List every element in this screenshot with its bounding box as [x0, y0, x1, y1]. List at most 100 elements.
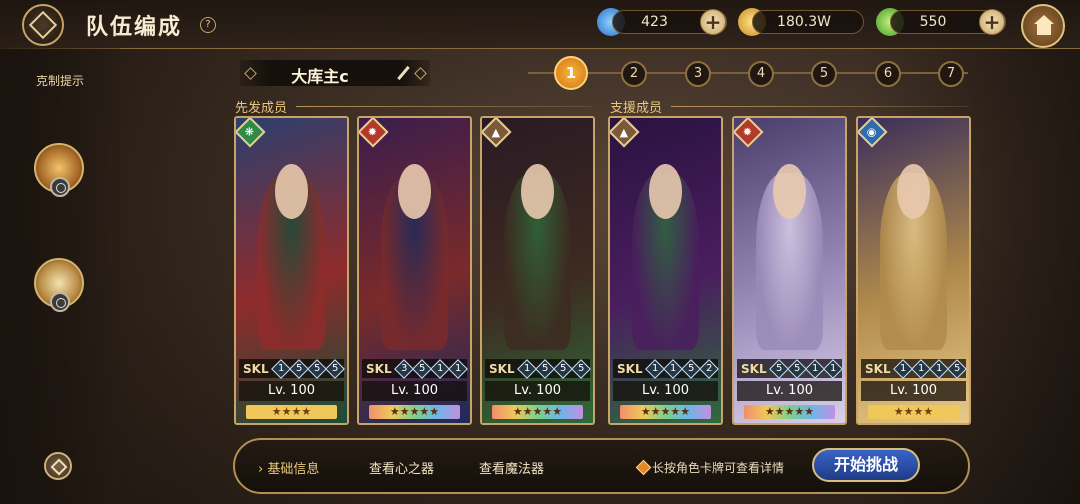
character-card-4[interactable]: ▲ SKL 1 1 5 2 Lv. 100 ★★★★★: [608, 116, 723, 425]
skill-level-number: 1: [899, 362, 906, 374]
skill-level-number: 5: [953, 362, 960, 374]
character-card-6[interactable]: ◉ SKL 1 1 1 5 Lv. 100 ★★★★: [856, 116, 971, 425]
support-members-label: 支援成员: [610, 101, 663, 116]
skill-level-number: 5: [418, 362, 425, 374]
skill-level-value: 5: [680, 358, 701, 379]
skill-level-number: 5: [687, 362, 694, 374]
team-name-box[interactable]: 大库主c: [240, 60, 430, 86]
counter-hint-label: 克制提示: [36, 74, 85, 88]
team-page-6[interactable]: 6: [875, 61, 901, 87]
skill-level-value: 1: [270, 358, 291, 379]
skill-label: SKL: [366, 361, 392, 376]
team-page-4[interactable]: 4: [748, 61, 774, 87]
team-page-2[interactable]: 2: [621, 61, 647, 87]
team-page-7[interactable]: 7: [938, 61, 964, 87]
counter-element-badge-2[interactable]: [34, 258, 84, 312]
skill-level-number: 2: [705, 362, 712, 374]
character-head: [397, 163, 432, 219]
skill-level-number: 5: [313, 362, 320, 374]
rarity-stars: ★★★★★: [492, 405, 583, 419]
skill-level-number: 1: [935, 362, 942, 374]
add-water-button[interactable]: +: [700, 9, 726, 35]
character-card-3[interactable]: ▲ SKL 1 5 5 5 Lv. 100 ★★★★★: [480, 116, 595, 425]
tab-magic-device[interactable]: 查看魔法器: [479, 458, 544, 477]
skill-label: SKL: [865, 361, 891, 376]
character-level: Lv. 100: [362, 381, 467, 401]
skill-level-value: 5: [786, 358, 807, 379]
skill-level-value: 1: [644, 358, 665, 379]
skill-level-value: 5: [552, 358, 573, 379]
character-level: Lv. 100: [861, 381, 966, 401]
resource-water-value: 423: [641, 14, 668, 30]
character-level: Lv. 100: [737, 381, 842, 401]
help-icon[interactable]: ?: [200, 17, 216, 33]
settings-button[interactable]: [44, 452, 72, 480]
resource-gold-value: 180.3W: [777, 14, 831, 30]
skill-level-number: 5: [559, 362, 566, 374]
skill-level-value: 1: [804, 358, 825, 379]
skill-level-number: 1: [811, 362, 818, 374]
character-head: [648, 163, 683, 219]
character-level: Lv. 100: [485, 381, 590, 401]
skill-level-number: 1: [436, 362, 443, 374]
team-page-3[interactable]: 3: [685, 61, 711, 87]
skill-level-number: 5: [775, 362, 782, 374]
skill-level-value: 5: [946, 358, 967, 379]
skill-label: SKL: [617, 361, 643, 376]
main-members-label: 先发成员: [235, 101, 288, 116]
skill-level-value: 5: [306, 358, 327, 379]
add-crystal-button[interactable]: +: [979, 9, 1005, 35]
character-card-5[interactable]: ✹ SKL 5 5 1 1 Lv. 100 ★★★★★: [732, 116, 847, 425]
rarity-stars: ★★★★: [868, 405, 959, 419]
skill-label: SKL: [489, 361, 515, 376]
top-bar: 队伍编成 ? 423 + 180.3W 550 +: [0, 0, 1080, 49]
character-level: Lv. 100: [613, 381, 718, 401]
skill-level-number: 5: [295, 362, 302, 374]
tab-heart-device[interactable]: 查看心之器: [369, 458, 434, 477]
skill-level-number: 5: [793, 362, 800, 374]
rarity-stars: ★★★★: [246, 405, 337, 419]
skill-level-number: 1: [917, 362, 924, 374]
rarity-stars: ★★★★★: [369, 405, 460, 419]
skill-level-number: 1: [277, 362, 284, 374]
character-card-2[interactable]: ✹ SKL 3 5 1 1 Lv. 100 ★★★★★: [357, 116, 472, 425]
tab-basic-info[interactable]: › 基础信息: [258, 458, 319, 477]
skill-level-number: 5: [541, 362, 548, 374]
skill-level-value: 2: [698, 358, 719, 379]
section-divider: [296, 106, 592, 107]
tab-basic-info-label: 基础信息: [267, 462, 320, 477]
skill-level-value: 5: [288, 358, 309, 379]
home-button[interactable]: [1021, 4, 1065, 48]
skill-level-value: 1: [910, 358, 931, 379]
skill-level-number: 5: [577, 362, 584, 374]
character-head: [274, 163, 309, 219]
counter-element-badge-1[interactable]: [34, 143, 84, 197]
skill-level-value: 1: [662, 358, 683, 379]
skill-level-number: 1: [523, 362, 530, 374]
skill-level-number: 3: [400, 362, 407, 374]
home-icon: [1034, 15, 1054, 24]
skill-level-value: 5: [570, 358, 591, 379]
skill-levels: SKL 1 5 5 5: [239, 358, 345, 379]
skill-level-value: 5: [534, 358, 555, 379]
team-page-5[interactable]: 5: [811, 61, 837, 87]
home-icon-body: [1037, 24, 1051, 35]
team-page-1[interactable]: 1: [554, 56, 588, 90]
skill-levels: SKL 5 5 1 1: [737, 358, 843, 379]
skill-level-value: 1: [429, 358, 450, 379]
diamond-icon: [50, 458, 68, 476]
back-icon: [28, 10, 58, 40]
skill-level-number: 5: [331, 362, 338, 374]
skill-level-number: 1: [651, 362, 658, 374]
start-challenge-button[interactable]: 开始挑战: [812, 448, 920, 482]
character-head: [772, 163, 807, 219]
character-card-1[interactable]: ❋ SKL 1 5 5 5 Lv. 100 ★★★★: [234, 116, 349, 425]
rarity-stars: ★★★★★: [620, 405, 711, 419]
skill-levels: SKL 3 5 1 1: [362, 358, 468, 379]
skill-levels: SKL 1 5 5 5: [485, 358, 591, 379]
character-level: Lv. 100: [239, 381, 344, 401]
resource-crystal-value: 550: [919, 14, 947, 30]
back-button[interactable]: [22, 4, 64, 46]
skill-level-value: 5: [324, 358, 345, 379]
skill-level-value: 1: [892, 358, 913, 379]
